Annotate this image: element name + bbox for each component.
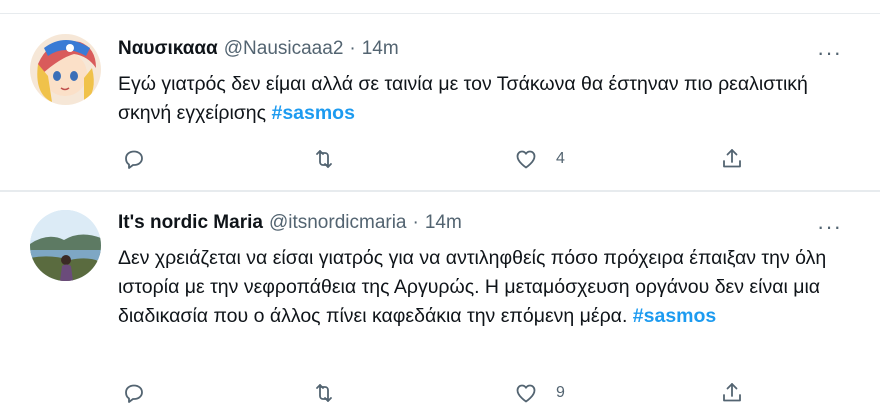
reply-button[interactable] bbox=[122, 144, 146, 174]
retweet-button[interactable] bbox=[312, 144, 336, 174]
display-name[interactable]: Ναυσικααα bbox=[118, 38, 218, 60]
like-icon bbox=[516, 150, 536, 169]
tweet-text-content: Δεν χρειάζεται να είσαι γιατρός για να α… bbox=[118, 247, 827, 327]
tweet-header: It's nordic Maria @itsnordicmaria · 14m bbox=[118, 212, 856, 234]
timestamp[interactable]: 14m bbox=[362, 38, 399, 60]
avatar[interactable] bbox=[30, 34, 101, 105]
user-handle[interactable]: @Nausicaaa2 bbox=[224, 38, 344, 60]
reply-icon bbox=[125, 150, 143, 169]
separator: · bbox=[349, 38, 356, 59]
tweet-header: Ναυσικααα @Nausicaaa2 · 14m bbox=[118, 38, 856, 60]
hashtag-link[interactable]: #sasmos bbox=[633, 305, 716, 327]
tweet-text: Δεν χρειάζεται να είσαι γιατρός για να α… bbox=[118, 244, 856, 331]
display-name[interactable]: It's nordic Maria bbox=[118, 212, 263, 234]
retweet-icon bbox=[316, 384, 332, 402]
more-options-icon[interactable]: ··· bbox=[817, 216, 842, 238]
tweet-actions: 9 bbox=[118, 378, 758, 407]
like-count: 4 bbox=[556, 150, 565, 167]
separator: · bbox=[412, 212, 419, 233]
tweet-text: Εγώ γιατρός δεν είμαι αλλά σε ταινία με … bbox=[118, 70, 856, 128]
share-button[interactable] bbox=[720, 378, 744, 407]
avatar[interactable] bbox=[30, 210, 101, 281]
reply-button[interactable] bbox=[122, 378, 146, 407]
tweet-feed: Ναυσικααα @Nausicaaa2 · 14m ··· Εγώ γιατ… bbox=[0, 0, 880, 407]
share-icon bbox=[723, 383, 741, 402]
tweet-actions: 4 bbox=[118, 144, 758, 174]
tweet[interactable]: Ναυσικααα @Nausicaaa2 · 14m ··· Εγώ γιατ… bbox=[0, 14, 880, 190]
tweet-body: Ναυσικααα @Nausicaaa2 · 14m ··· Εγώ γιατ… bbox=[118, 38, 856, 128]
like-count: 9 bbox=[556, 384, 565, 401]
share-button[interactable] bbox=[720, 144, 744, 174]
reply-icon bbox=[125, 384, 143, 403]
timestamp[interactable]: 14m bbox=[425, 212, 462, 234]
retweet-button[interactable] bbox=[312, 378, 336, 407]
tweet-body: It's nordic Maria @itsnordicmaria · 14m … bbox=[118, 212, 856, 331]
like-button[interactable]: 9 bbox=[514, 378, 565, 407]
user-handle[interactable]: @itsnordicmaria bbox=[269, 212, 407, 234]
retweet-icon bbox=[316, 150, 332, 168]
share-icon bbox=[723, 149, 741, 168]
more-options-icon[interactable]: ··· bbox=[817, 42, 842, 64]
hashtag-link[interactable]: #sasmos bbox=[271, 102, 354, 124]
like-button[interactable]: 4 bbox=[514, 144, 565, 174]
like-icon bbox=[516, 384, 536, 403]
tweet[interactable]: It's nordic Maria @itsnordicmaria · 14m … bbox=[0, 192, 880, 407]
tweet-text-content: Εγώ γιατρός δεν είμαι αλλά σε ταινία με … bbox=[118, 73, 808, 124]
